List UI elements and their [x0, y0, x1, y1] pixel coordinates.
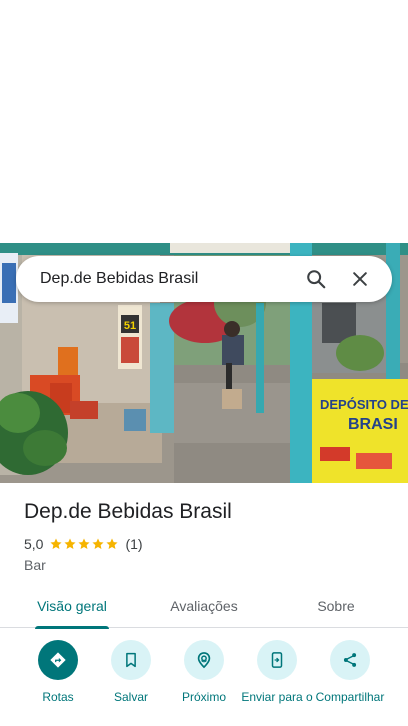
nearby-icon [184, 640, 224, 680]
directions-icon [38, 640, 78, 680]
search-bar[interactable]: Dep.de Bebidas Brasil [16, 256, 392, 302]
directions-label: Rotas [42, 690, 74, 704]
place-title: Dep.de Bebidas Brasil [24, 500, 232, 523]
search-query[interactable]: Dep.de Bebidas Brasil [40, 270, 292, 288]
poster-number: 51 [124, 320, 136, 332]
share-icon [330, 640, 370, 680]
star-icon [64, 538, 77, 549]
rating-row[interactable]: 5,0 (1) [24, 536, 143, 552]
nearby-label: Próximo [181, 690, 226, 704]
tab-reviews[interactable]: Avaliações [144, 584, 264, 628]
star-icon [106, 538, 119, 549]
place-category: Bar [24, 557, 46, 573]
place-screen: 51 DEPÓSITO DE BRASI Dep.de Bebidas Bras… [0, 0, 408, 726]
nearby-button[interactable]: Próximo [166, 640, 242, 704]
share-label: Compartilhar [315, 690, 385, 704]
search-icon[interactable] [296, 259, 336, 299]
close-icon[interactable] [340, 259, 380, 299]
save-button[interactable]: Salvar [93, 640, 169, 704]
tab-overview[interactable]: Visão geral [0, 584, 144, 629]
star-icon [92, 538, 105, 549]
star-icon [78, 538, 91, 549]
save-label: Salvar [113, 690, 148, 704]
directions-button[interactable]: Rotas [20, 640, 96, 704]
send-to-phone-icon [257, 640, 297, 680]
star-icon [50, 538, 63, 549]
rating-stars [49, 537, 119, 551]
banner-line-1: DEPÓSITO DE B [320, 397, 408, 412]
rating-value: 5,0 [24, 536, 44, 552]
banner-line-2: BRASI [348, 416, 398, 433]
send-to-phone-label: Enviar para o [241, 690, 313, 704]
share-button[interactable]: Compartilhar [312, 640, 388, 704]
action-bar: Rotas Salvar Próximo Enviar para o Compa… [0, 640, 408, 726]
send-to-phone-button[interactable]: Enviar para o [239, 640, 315, 704]
tab-about[interactable]: Sobre [264, 584, 408, 628]
place-tabs: Visão geral Avaliações Sobre [0, 584, 408, 629]
bookmark-icon [111, 640, 151, 680]
reviews-count: (1) [125, 536, 143, 552]
